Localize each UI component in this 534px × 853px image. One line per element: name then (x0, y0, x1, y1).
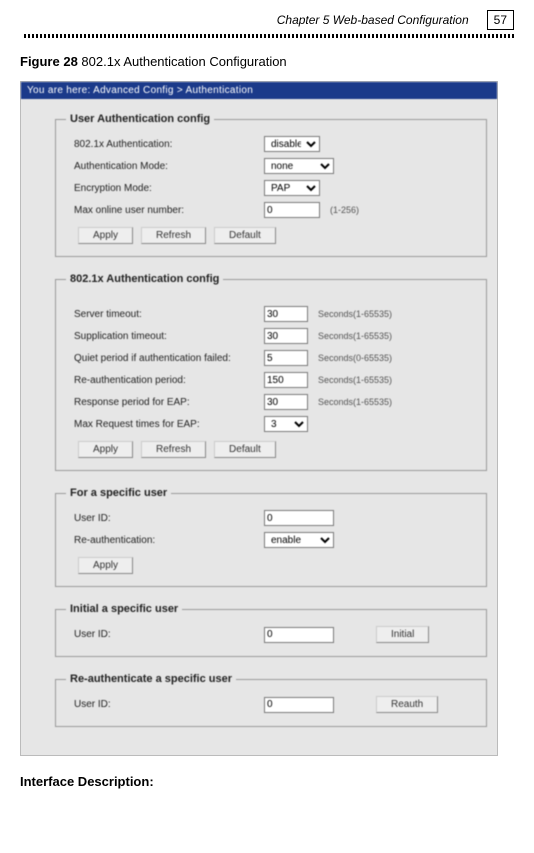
apply-button[interactable]: Apply (78, 227, 133, 244)
figure-number: Figure 28 (20, 54, 78, 69)
interface-description-heading: Interface Description: (20, 774, 514, 789)
input-max-users[interactable] (264, 202, 320, 218)
row-eap-response: Response period for EAP: Seconds(1-65535… (66, 391, 476, 413)
input-quiet-period[interactable] (264, 350, 308, 366)
select-auth-mode[interactable]: none (264, 158, 334, 174)
label-reauth-period: Re-authentication period: (66, 375, 264, 386)
select-8021x-auth[interactable]: disable (264, 136, 320, 152)
label-encrypt-mode: Encryption Mode: (66, 183, 264, 194)
config-window: You are here: Advanced Config > Authenti… (20, 81, 498, 756)
hint-server-timeout: Seconds(1-65535) (318, 309, 392, 319)
initial-button[interactable]: Initial (376, 626, 429, 643)
label-supp-timeout: Supplication timeout: (66, 331, 264, 342)
select-spec-reauth[interactable]: enable (264, 532, 334, 548)
group-reauth-user: Re-authenticate a specific user User ID:… (55, 673, 487, 727)
hint-quiet-period: Seconds(0-65535) (318, 353, 392, 363)
page-number: 57 (487, 10, 514, 30)
label-reauth-userid: User ID: (66, 699, 264, 710)
refresh-button[interactable]: Refresh (141, 227, 206, 244)
row-encrypt-mode: Encryption Mode: PAP (66, 177, 476, 199)
group-user-auth-legend: User Authentication config (66, 113, 214, 125)
window-body: User Authentication config 802.1x Authen… (21, 99, 497, 755)
refresh-button[interactable]: Refresh (141, 441, 206, 458)
row-reauth-userid: User ID: Reauth (66, 693, 476, 716)
select-max-eap-req[interactable]: 3 (264, 416, 308, 432)
page-header: Chapter 5 Web-based Configuration 57 (20, 10, 514, 30)
chapter-title: Chapter 5 Web-based Configuration (277, 13, 469, 27)
hint-reauth-period: Seconds(1-65535) (318, 375, 392, 385)
figure-title: 802.1x Authentication Configuration (78, 54, 287, 69)
label-max-users: Max online user number: (66, 205, 264, 216)
btnrow-8021x: Apply Refresh Default (66, 435, 476, 460)
group-8021x-legend: 802.1x Authentication config (66, 273, 223, 285)
row-spec-userid: User ID: (66, 507, 476, 529)
input-reauth-userid[interactable] (264, 697, 334, 713)
row-max-users: Max online user number: (1-256) (66, 199, 476, 221)
label-quiet-period: Quiet period if authentication failed: (66, 353, 264, 364)
btnrow-user-auth: Apply Refresh Default (66, 221, 476, 246)
header-divider (24, 34, 514, 38)
window-titlebar: You are here: Advanced Config > Authenti… (21, 82, 497, 99)
label-spec-reauth: Re-authentication: (66, 535, 264, 546)
default-button[interactable]: Default (214, 441, 276, 458)
group-8021x: 802.1x Authentication config Server time… (55, 273, 487, 471)
hint-max-users: (1-256) (330, 205, 359, 215)
figure-caption: Figure 28 802.1x Authentication Configur… (20, 54, 514, 69)
row-quiet-period: Quiet period if authentication failed: S… (66, 347, 476, 369)
row-server-timeout: Server timeout: Seconds(1-65535) (66, 303, 476, 325)
label-eap-response: Response period for EAP: (66, 397, 264, 408)
apply-button[interactable]: Apply (78, 441, 133, 458)
row-reauth-period: Re-authentication period: Seconds(1-6553… (66, 369, 476, 391)
input-initial-userid[interactable] (264, 627, 334, 643)
reauth-button[interactable]: Reauth (376, 696, 438, 713)
row-auth-mode: Authentication Mode: none (66, 155, 476, 177)
group-specific-user: For a specific user User ID: Re-authenti… (55, 487, 487, 587)
row-supp-timeout: Supplication timeout: Seconds(1-65535) (66, 325, 476, 347)
group-specific-legend: For a specific user (66, 487, 171, 499)
input-server-timeout[interactable] (264, 306, 308, 322)
input-eap-response[interactable] (264, 394, 308, 410)
input-spec-userid[interactable] (264, 510, 334, 526)
label-server-timeout: Server timeout: (66, 309, 264, 320)
select-encrypt-mode[interactable]: PAP (264, 180, 320, 196)
btnrow-specific: Apply (66, 551, 476, 576)
input-reauth-period[interactable] (264, 372, 308, 388)
row-spec-reauth: Re-authentication: enable (66, 529, 476, 551)
row-initial-userid: User ID: Initial (66, 623, 476, 646)
label-spec-userid: User ID: (66, 513, 264, 524)
default-button[interactable]: Default (214, 227, 276, 244)
label-8021x-auth: 802.1x Authentication: (66, 139, 264, 150)
group-initial-legend: Initial a specific user (66, 603, 182, 615)
input-supp-timeout[interactable] (264, 328, 308, 344)
group-user-auth: User Authentication config 802.1x Authen… (55, 113, 487, 257)
group-reauth-legend: Re-authenticate a specific user (66, 673, 236, 685)
hint-supp-timeout: Seconds(1-65535) (318, 331, 392, 341)
apply-button[interactable]: Apply (78, 557, 133, 574)
label-initial-userid: User ID: (66, 629, 264, 640)
group-initial-user: Initial a specific user User ID: Initial (55, 603, 487, 657)
hint-eap-response: Seconds(1-65535) (318, 397, 392, 407)
row-8021x-auth: 802.1x Authentication: disable (66, 133, 476, 155)
label-max-eap-req: Max Request times for EAP: (66, 419, 264, 430)
label-auth-mode: Authentication Mode: (66, 161, 264, 172)
row-max-eap-req: Max Request times for EAP: 3 (66, 413, 476, 435)
document-page: Chapter 5 Web-based Configuration 57 Fig… (0, 0, 534, 809)
